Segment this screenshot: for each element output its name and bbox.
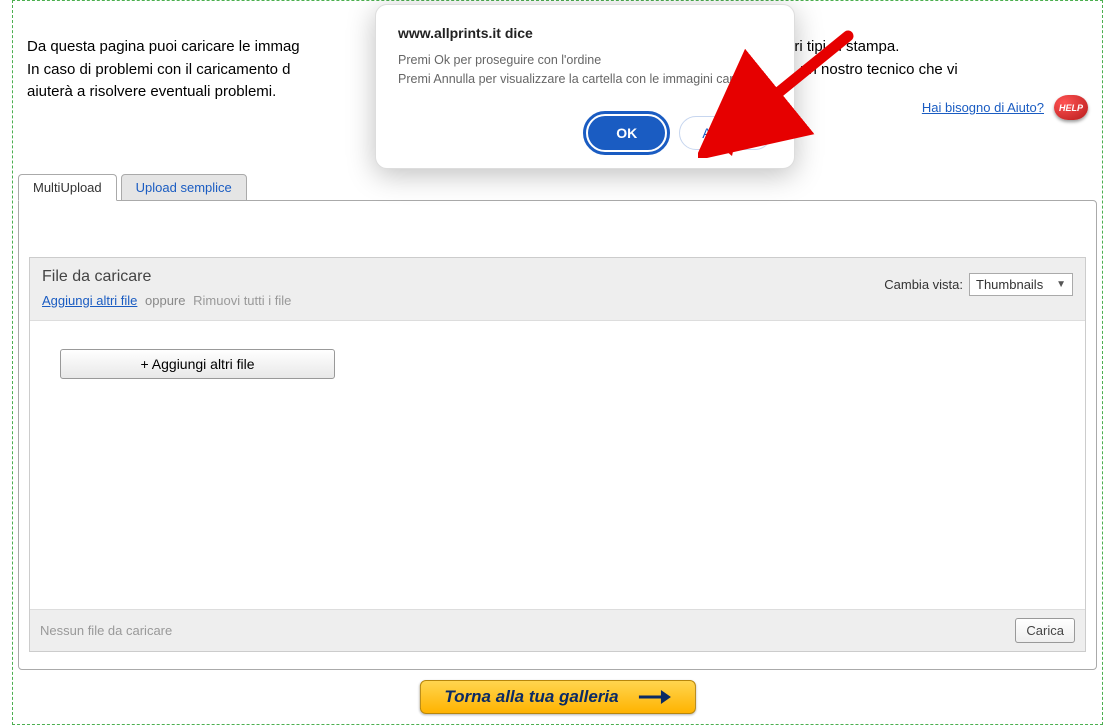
help-icon[interactable]: HELP xyxy=(1054,95,1088,120)
dialog-cancel-button[interactable]: Annulla xyxy=(679,116,772,150)
tab-upload-semplice[interactable]: Upload semplice xyxy=(121,174,247,201)
back-to-gallery-button[interactable]: Torna alla tua galleria xyxy=(419,680,695,714)
dialog-title: www.allprints.it dice xyxy=(398,25,772,41)
help-link[interactable]: Hai bisogno di Aiuto? xyxy=(922,100,1044,115)
add-files-button[interactable]: + Aggiungi altri file xyxy=(60,349,335,379)
arrow-right-icon xyxy=(637,688,671,706)
dialog-line2: Premi Annulla per visualizzare la cartel… xyxy=(398,72,760,86)
upload-title: File da caricare xyxy=(42,268,291,286)
intro-line3: aiuterà a risolvere eventuali problemi. xyxy=(27,83,276,100)
intro-line2-before: In caso di problemi con il caricamento d xyxy=(27,61,290,78)
no-files-text: Nessun file da caricare xyxy=(40,623,172,638)
remove-all-link[interactable]: Rimuovi tutti i file xyxy=(193,293,291,308)
dialog-line1: Premi Ok per proseguire con l'ordine xyxy=(398,53,601,67)
dialog-ok-button[interactable]: OK xyxy=(588,116,665,150)
upload-dropzone: + Aggiungi altri file xyxy=(30,321,1085,609)
upload-footer: Nessun file da caricare Carica xyxy=(30,609,1085,651)
gallery-button-label: Torna alla tua galleria xyxy=(444,687,618,707)
help-badge-text: HELP xyxy=(1059,103,1083,113)
confirm-dialog: www.allprints.it dice Premi Ok per prose… xyxy=(375,4,795,169)
upload-box: File da caricare Aggiungi altri file opp… xyxy=(29,257,1086,652)
upload-header: File da caricare Aggiungi altri file opp… xyxy=(30,258,1085,321)
view-label: Cambia vista: xyxy=(884,277,963,292)
tab-multiupload[interactable]: MultiUpload xyxy=(18,174,117,201)
tab-panel: File da caricare Aggiungi altri file opp… xyxy=(18,200,1097,670)
view-dropdown-value: Thumbnails xyxy=(976,277,1043,292)
chevron-down-icon: ▼ xyxy=(1056,279,1066,290)
upload-button[interactable]: Carica xyxy=(1015,618,1075,643)
link-separator: oppure xyxy=(145,293,185,308)
view-dropdown[interactable]: Thumbnails ▼ xyxy=(969,273,1073,296)
upload-tabs: MultiUpload Upload semplice File da cari… xyxy=(18,174,1097,670)
add-files-link[interactable]: Aggiungi altri file xyxy=(42,293,137,308)
intro-line1-before: Da questa pagina puoi caricare le immag xyxy=(27,38,300,55)
